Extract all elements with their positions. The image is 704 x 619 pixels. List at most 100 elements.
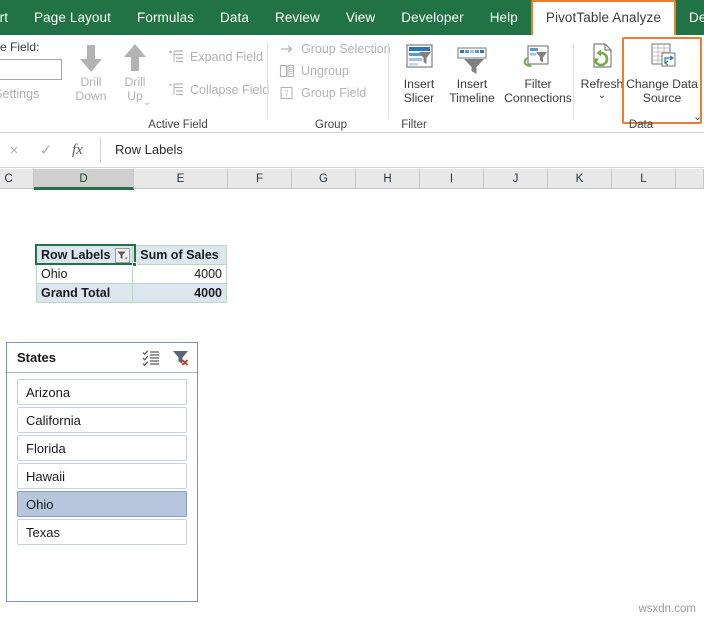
excel-window: ert Page Layout Formulas Data Review Vie…	[0, 0, 704, 619]
column-header-g[interactable]: G	[292, 169, 356, 189]
drill-down-button[interactable]: Drill Down	[68, 41, 114, 103]
column-header-l[interactable]: L	[612, 169, 676, 189]
pivot-row-labels-header[interactable]: Row Labels	[37, 246, 133, 265]
tab-data[interactable]: Data	[207, 0, 262, 35]
table-row[interactable]: Ohio 4000	[37, 265, 227, 284]
expand-field-icon	[168, 49, 184, 65]
slicer-item-hawaii[interactable]: Hawaii	[17, 463, 187, 489]
insert-slicer-button[interactable]: Insert Slicer	[396, 41, 442, 105]
pivot-grand-total-value: 4000	[133, 284, 227, 303]
svg-text:7: 7	[284, 90, 289, 99]
filter-group-label: Filter	[326, 119, 502, 131]
refresh-button[interactable]: Refresh ⌄	[578, 41, 626, 100]
ribbon-tab-bar: ert Page Layout Formulas Data Review Vie…	[0, 0, 704, 35]
refresh-label: Refresh	[578, 77, 626, 91]
slicer-item-ohio[interactable]: Ohio	[17, 491, 187, 517]
pivot-grand-total-row[interactable]: Grand Total 4000	[37, 284, 227, 303]
slicer-item-california[interactable]: California	[17, 407, 187, 433]
insert-timeline-button[interactable]: Insert Timeline	[442, 41, 502, 105]
calendar-icon: 7	[279, 85, 295, 101]
tab-page-layout[interactable]: Page Layout	[21, 0, 124, 35]
active-field-caption: e Field:	[0, 40, 39, 54]
formula-bar-input[interactable]: Row Labels	[108, 137, 704, 163]
ribbon-separator-2	[388, 43, 389, 119]
arrow-up-icon	[112, 41, 158, 75]
tab-pivottable-analyze[interactable]: PivotTable Analyze	[531, 0, 676, 35]
field-settings-button[interactable]: eld Settings	[0, 87, 39, 101]
group-field-button[interactable]: 7 Group Field	[279, 85, 366, 101]
ribbon-group-filter: Insert Slicer Insert Timeline	[396, 35, 572, 133]
formula-bar-divider	[100, 137, 101, 163]
drill-down-label-1: Drill	[68, 75, 114, 89]
slicer-item-list: Arizona California Florida Hawaii Ohio T…	[7, 373, 197, 545]
tab-developer[interactable]: Developer	[388, 0, 476, 35]
collapse-field-button[interactable]: Collapse Field	[168, 82, 269, 98]
ribbon-group-active-field-expand: Expand Field Collapse Field Active Field	[168, 35, 266, 133]
tab-insert[interactable]: ert	[0, 0, 21, 35]
ribbon-separator-3	[573, 43, 574, 119]
expand-field-label: Expand Field	[190, 50, 263, 64]
column-header-f[interactable]: F	[228, 169, 292, 189]
tab-design[interactable]: Design	[676, 0, 704, 35]
cell-selection-handle[interactable]	[132, 262, 137, 267]
ungroup-icon	[279, 63, 295, 79]
multi-select-icon[interactable]	[141, 348, 161, 368]
tab-review[interactable]: Review	[262, 0, 333, 35]
insert-function-icon[interactable]: fx	[72, 142, 83, 159]
insert-slicer-label-1: Insert	[396, 77, 442, 91]
pivot-row-labels-text: Row Labels	[41, 248, 110, 262]
pivot-table[interactable]: Row Labels Sum of Sales Ohio 4000 Grand …	[36, 245, 227, 303]
column-header-row: C D E F G H I J K L	[0, 169, 704, 189]
group-selection-button[interactable]: Group Selection	[279, 41, 391, 57]
insert-slicer-label-2: Slicer	[396, 91, 442, 105]
arrow-down-icon	[68, 41, 114, 75]
group-selection-label: Group Selection	[301, 42, 391, 56]
tab-formulas[interactable]: Formulas	[124, 0, 207, 35]
watermark: wsxdn.com	[638, 603, 696, 615]
tab-view[interactable]: View	[333, 0, 388, 35]
refresh-chevron-down-icon[interactable]: ⌄	[578, 91, 626, 100]
column-header-h[interactable]: H	[356, 169, 420, 189]
column-header-e[interactable]: E	[134, 169, 228, 189]
clear-filter-icon[interactable]	[171, 348, 191, 368]
arrow-right-icon	[279, 41, 295, 57]
active-field-group-label: Active Field	[78, 119, 278, 131]
ungroup-button[interactable]: Ungroup	[279, 63, 349, 79]
filter-connections-icon	[502, 41, 574, 77]
collapse-field-icon	[168, 82, 184, 98]
column-header-m[interactable]	[676, 169, 704, 189]
slicer-item-florida[interactable]: Florida	[17, 435, 187, 461]
column-header-j[interactable]: J	[484, 169, 548, 189]
confirm-icon[interactable]: ✓	[36, 141, 56, 161]
column-header-k[interactable]: K	[548, 169, 612, 189]
slicer-title: States	[17, 350, 56, 365]
pivot-row-value: 4000	[133, 265, 227, 284]
timeline-icon	[442, 41, 502, 77]
slicer-item-arizona[interactable]: Arizona	[17, 379, 187, 405]
insert-timeline-label-2: Timeline	[442, 91, 502, 105]
slicer-item-texas[interactable]: Texas	[17, 519, 187, 545]
column-header-i[interactable]: I	[420, 169, 484, 189]
filter-connections-button[interactable]: Filter Connections	[502, 41, 574, 105]
formula-bar: × ✓ fx Row Labels	[0, 134, 704, 168]
pivot-sum-of-sales-header: Sum of Sales	[133, 246, 227, 265]
active-field-input[interactable]: s	[0, 59, 62, 80]
slicer-states[interactable]: States Arizona	[6, 342, 198, 602]
refresh-icon	[578, 41, 626, 77]
ribbon-group-data: Refresh ⌄ Change Data Source ⌄ Data	[578, 35, 704, 133]
drill-up-button[interactable]: Drill Up	[112, 41, 158, 103]
pivot-grand-total-label: Grand Total	[37, 284, 133, 303]
tab-help[interactable]: Help	[477, 0, 531, 35]
drill-down-label-2: Down	[68, 89, 114, 103]
ribbon-separator-1	[267, 43, 268, 119]
column-header-c[interactable]: C	[0, 169, 34, 189]
slicer-header: States	[7, 343, 197, 373]
ungroup-label: Ungroup	[301, 64, 349, 78]
drill-up-chevron-down-icon[interactable]: ⌄	[143, 97, 151, 108]
column-header-d[interactable]: D	[34, 169, 134, 190]
filter-funnel-icon[interactable]	[115, 248, 130, 263]
drill-up-label-1: Drill	[112, 75, 158, 89]
cancel-icon[interactable]: ×	[4, 141, 24, 161]
worksheet-grid[interactable]: Row Labels Sum of Sales Ohio 4000 Grand …	[0, 190, 704, 619]
expand-field-button[interactable]: Expand Field	[168, 49, 263, 65]
